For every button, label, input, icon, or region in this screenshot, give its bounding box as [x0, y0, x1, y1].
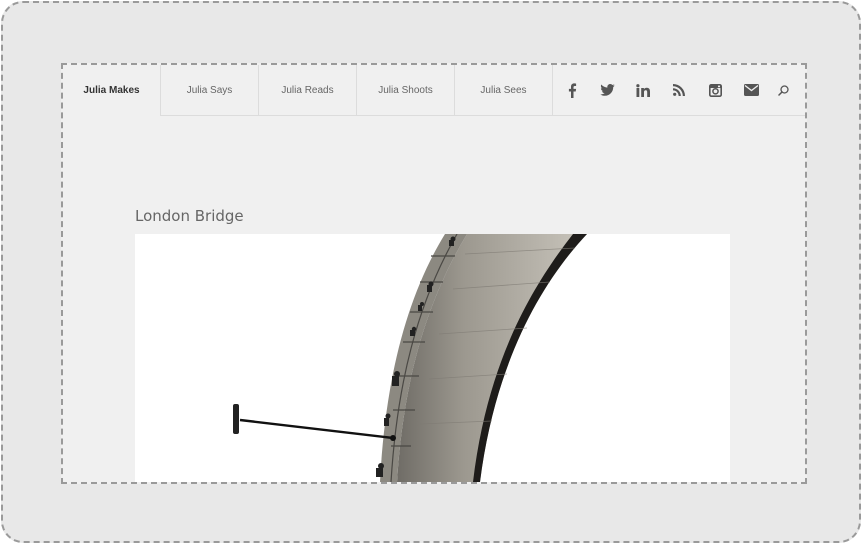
rss-icon[interactable]	[668, 79, 690, 101]
search-icon[interactable]	[772, 79, 794, 101]
tab-julia-sees[interactable]: Julia Sees	[455, 65, 553, 115]
tab-julia-says[interactable]: Julia Says	[161, 65, 259, 115]
tab-julia-reads[interactable]: Julia Reads	[259, 65, 357, 115]
tab-julia-shoots[interactable]: Julia Shoots	[357, 65, 455, 115]
website-viewport: Julia Makes Julia Says Julia Reads Julia…	[61, 63, 807, 484]
browser-frame: Julia Makes Julia Says Julia Reads Julia…	[1, 1, 861, 543]
london-bridge-photo	[135, 234, 730, 482]
envelope-icon[interactable]	[740, 79, 762, 101]
facebook-icon[interactable]	[561, 79, 583, 101]
instagram-icon[interactable]	[704, 79, 726, 101]
linkedin-icon[interactable]	[632, 79, 654, 101]
post-image[interactable]	[135, 234, 730, 482]
tab-julia-makes[interactable]: Julia Makes	[63, 65, 161, 116]
twitter-icon[interactable]	[596, 79, 618, 101]
top-navigation: Julia Makes Julia Says Julia Reads Julia…	[63, 65, 805, 116]
post-title[interactable]: London Bridge	[135, 207, 244, 225]
